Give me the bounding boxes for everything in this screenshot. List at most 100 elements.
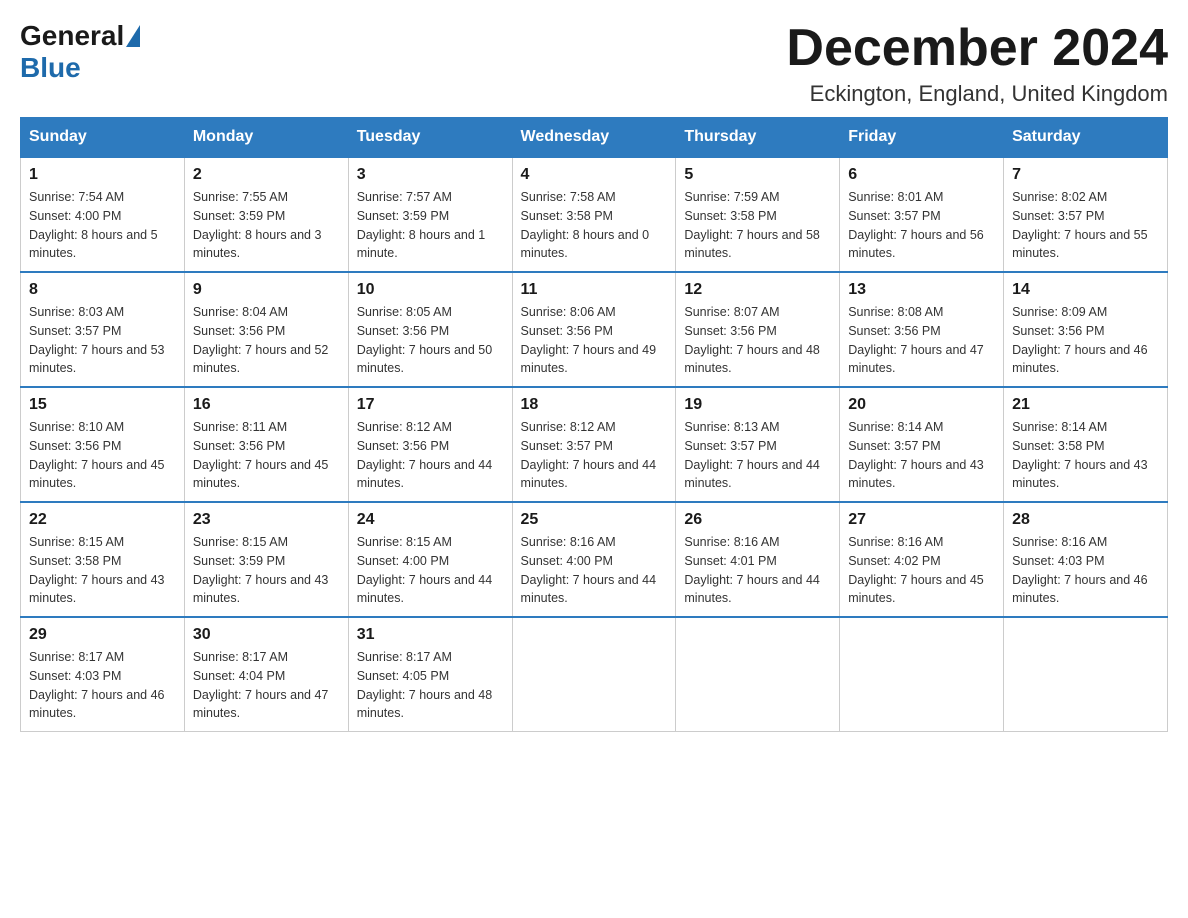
calendar-cell: 21Sunrise: 8:14 AMSunset: 3:58 PMDayligh… <box>1004 387 1168 502</box>
day-number: 30 <box>193 626 340 644</box>
calendar-cell <box>676 617 840 732</box>
day-number: 11 <box>521 281 668 299</box>
calendar-cell: 10Sunrise: 8:05 AMSunset: 3:56 PMDayligh… <box>348 272 512 387</box>
day-info: Sunrise: 8:06 AMSunset: 3:56 PMDaylight:… <box>521 303 668 378</box>
day-info: Sunrise: 8:12 AMSunset: 3:56 PMDaylight:… <box>357 418 504 493</box>
logo-general-text: General <box>20 20 124 52</box>
day-number: 25 <box>521 511 668 529</box>
column-header-tuesday: Tuesday <box>348 118 512 158</box>
calendar-cell: 19Sunrise: 8:13 AMSunset: 3:57 PMDayligh… <box>676 387 840 502</box>
calendar-cell: 6 Sunrise: 8:01 AMSunset: 3:57 PMDaylight… <box>840 157 1004 272</box>
calendar-cell: 3 Sunrise: 7:57 AMSunset: 3:59 PMDaylight… <box>348 157 512 272</box>
column-header-friday: Friday <box>840 118 1004 158</box>
calendar-cell: 11 Sunrise: 8:06 AMSunset: 3:56 PMDayligh… <box>512 272 676 387</box>
day-info: Sunrise: 8:11 AMSunset: 3:56 PMDaylight:… <box>193 418 340 493</box>
day-number: 28 <box>1012 511 1159 529</box>
calendar-cell: 9 Sunrise: 8:04 AMSunset: 3:56 PMDaylight… <box>184 272 348 387</box>
day-number: 23 <box>193 511 340 529</box>
day-info: Sunrise: 8:07 AMSunset: 3:56 PMDaylight:… <box>684 303 831 378</box>
day-info: Sunrise: 8:09 AMSunset: 3:56 PMDaylight:… <box>1012 303 1159 378</box>
calendar-header-row: SundayMondayTuesdayWednesdayThursdayFrid… <box>21 118 1168 158</box>
day-info: Sunrise: 8:16 AMSunset: 4:02 PMDaylight:… <box>848 533 995 608</box>
calendar-cell: 22Sunrise: 8:15 AMSunset: 3:58 PMDayligh… <box>21 502 185 617</box>
day-info: Sunrise: 8:16 AMSunset: 4:03 PMDaylight:… <box>1012 533 1159 608</box>
day-info: Sunrise: 8:15 AMSunset: 4:00 PMDaylight:… <box>357 533 504 608</box>
day-info: Sunrise: 8:14 AMSunset: 3:57 PMDaylight:… <box>848 418 995 493</box>
column-header-thursday: Thursday <box>676 118 840 158</box>
day-info: Sunrise: 8:01 AMSunset: 3:57 PMDaylight:… <box>848 188 995 263</box>
day-info: Sunrise: 8:02 AMSunset: 3:57 PMDaylight:… <box>1012 188 1159 263</box>
column-header-sunday: Sunday <box>21 118 185 158</box>
day-info: Sunrise: 8:04 AMSunset: 3:56 PMDaylight:… <box>193 303 340 378</box>
logo-blue-text: Blue <box>20 52 81 83</box>
title-section: December 2024 Eckington, England, United… <box>786 20 1168 107</box>
day-number: 18 <box>521 396 668 414</box>
calendar-week-row: 22Sunrise: 8:15 AMSunset: 3:58 PMDayligh… <box>21 502 1168 617</box>
day-info: Sunrise: 7:55 AMSunset: 3:59 PMDaylight:… <box>193 188 340 263</box>
calendar-cell <box>1004 617 1168 732</box>
calendar-cell <box>512 617 676 732</box>
day-info: Sunrise: 8:12 AMSunset: 3:57 PMDaylight:… <box>521 418 668 493</box>
calendar-cell: 28 Sunrise: 8:16 AMSunset: 4:03 PMDayligh… <box>1004 502 1168 617</box>
calendar-cell: 23 Sunrise: 8:15 AMSunset: 3:59 PMDayligh… <box>184 502 348 617</box>
calendar-cell: 20 Sunrise: 8:14 AMSunset: 3:57 PMDayligh… <box>840 387 1004 502</box>
day-number: 27 <box>848 511 995 529</box>
day-info: Sunrise: 8:10 AMSunset: 3:56 PMDaylight:… <box>29 418 176 493</box>
day-info: Sunrise: 8:14 AMSunset: 3:58 PMDaylight:… <box>1012 418 1159 493</box>
day-number: 14 <box>1012 281 1159 299</box>
calendar-cell: 30 Sunrise: 8:17 AMSunset: 4:04 PMDayligh… <box>184 617 348 732</box>
day-number: 22 <box>29 511 176 529</box>
day-info: Sunrise: 8:17 AMSunset: 4:05 PMDaylight:… <box>357 648 504 723</box>
calendar-cell: 27 Sunrise: 8:16 AMSunset: 4:02 PMDayligh… <box>840 502 1004 617</box>
day-number: 3 <box>357 166 504 184</box>
day-info: Sunrise: 8:17 AMSunset: 4:03 PMDaylight:… <box>29 648 176 723</box>
calendar-cell: 16 Sunrise: 8:11 AMSunset: 3:56 PMDayligh… <box>184 387 348 502</box>
calendar-cell: 13Sunrise: 8:08 AMSunset: 3:56 PMDayligh… <box>840 272 1004 387</box>
day-number: 1 <box>29 166 176 184</box>
calendar-cell: 29Sunrise: 8:17 AMSunset: 4:03 PMDayligh… <box>21 617 185 732</box>
calendar-cell: 8 Sunrise: 8:03 AMSunset: 3:57 PMDaylight… <box>21 272 185 387</box>
month-title: December 2024 <box>786 20 1168 77</box>
day-number: 5 <box>684 166 831 184</box>
day-info: Sunrise: 8:05 AMSunset: 3:56 PMDaylight:… <box>357 303 504 378</box>
day-number: 2 <box>193 166 340 184</box>
calendar-cell: 31 Sunrise: 8:17 AMSunset: 4:05 PMDayligh… <box>348 617 512 732</box>
day-info: Sunrise: 8:03 AMSunset: 3:57 PMDaylight:… <box>29 303 176 378</box>
day-info: Sunrise: 7:59 AMSunset: 3:58 PMDaylight:… <box>684 188 831 263</box>
day-number: 6 <box>848 166 995 184</box>
column-header-wednesday: Wednesday <box>512 118 676 158</box>
day-number: 16 <box>193 396 340 414</box>
calendar-cell: 5 Sunrise: 7:59 AMSunset: 3:58 PMDaylight… <box>676 157 840 272</box>
calendar-week-row: 15 Sunrise: 8:10 AMSunset: 3:56 PMDayligh… <box>21 387 1168 502</box>
day-number: 31 <box>357 626 504 644</box>
calendar-cell: 4Sunrise: 7:58 AMSunset: 3:58 PMDaylight… <box>512 157 676 272</box>
day-info: Sunrise: 8:08 AMSunset: 3:56 PMDaylight:… <box>848 303 995 378</box>
day-number: 9 <box>193 281 340 299</box>
calendar-cell: 26Sunrise: 8:16 AMSunset: 4:01 PMDayligh… <box>676 502 840 617</box>
day-number: 20 <box>848 396 995 414</box>
day-info: Sunrise: 8:17 AMSunset: 4:04 PMDaylight:… <box>193 648 340 723</box>
day-info: Sunrise: 8:15 AMSunset: 3:59 PMDaylight:… <box>193 533 340 608</box>
day-info: Sunrise: 8:16 AMSunset: 4:01 PMDaylight:… <box>684 533 831 608</box>
day-number: 15 <box>29 396 176 414</box>
calendar-cell: 25 Sunrise: 8:16 AMSunset: 4:00 PMDayligh… <box>512 502 676 617</box>
day-number: 7 <box>1012 166 1159 184</box>
day-info: Sunrise: 8:13 AMSunset: 3:57 PMDaylight:… <box>684 418 831 493</box>
day-number: 24 <box>357 511 504 529</box>
page-header: General Blue December 2024 Eckington, En… <box>20 20 1168 107</box>
column-header-saturday: Saturday <box>1004 118 1168 158</box>
calendar-cell: 18 Sunrise: 8:12 AMSunset: 3:57 PMDayligh… <box>512 387 676 502</box>
calendar-table: SundayMondayTuesdayWednesdayThursdayFrid… <box>20 117 1168 732</box>
calendar-cell: 2 Sunrise: 7:55 AMSunset: 3:59 PMDaylight… <box>184 157 348 272</box>
day-number: 4 <box>521 166 668 184</box>
calendar-cell: 1Sunrise: 7:54 AMSunset: 4:00 PMDaylight… <box>21 157 185 272</box>
day-number: 12 <box>684 281 831 299</box>
day-number: 8 <box>29 281 176 299</box>
calendar-cell: 14 Sunrise: 8:09 AMSunset: 3:56 PMDayligh… <box>1004 272 1168 387</box>
calendar-cell: 7 Sunrise: 8:02 AMSunset: 3:57 PMDaylight… <box>1004 157 1168 272</box>
day-info: Sunrise: 7:57 AMSunset: 3:59 PMDaylight:… <box>357 188 504 263</box>
day-info: Sunrise: 8:16 AMSunset: 4:00 PMDaylight:… <box>521 533 668 608</box>
calendar-cell: 15 Sunrise: 8:10 AMSunset: 3:56 PMDayligh… <box>21 387 185 502</box>
logo: General Blue <box>20 20 142 84</box>
calendar-cell <box>840 617 1004 732</box>
